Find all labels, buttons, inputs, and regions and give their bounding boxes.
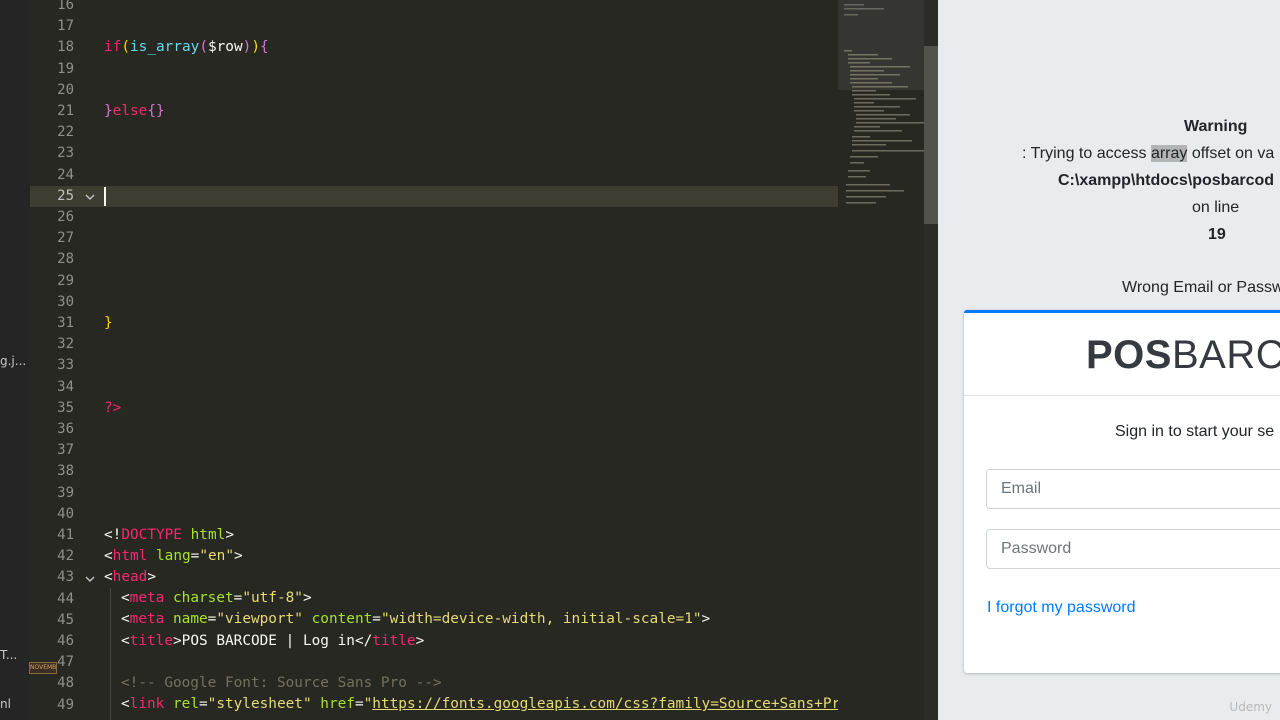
brand-logo-text[interactable]: POSBARCO (1086, 333, 1280, 378)
line-number: 46 (57, 633, 74, 649)
sidebar-fragment[interactable]: g.j... (0, 354, 26, 368)
text-caret (104, 187, 106, 206)
line-number: 34 (57, 378, 74, 395)
line-number: 22 (57, 124, 74, 141)
explorer-sidebar-strip: g.j... T... nl (0, 0, 30, 720)
fold-chevron-icon[interactable] (84, 191, 96, 203)
editor-minimap[interactable] (838, 0, 938, 720)
code-line-49: <link rel="stylesheet" href="https://fon… (121, 696, 838, 712)
code-line-35: ?> (104, 400, 122, 416)
line-number: 26 (57, 209, 74, 225)
line-number: 37 (57, 442, 74, 459)
line-number: 44 (57, 590, 74, 607)
warning-path: C:\xampp\htdocs\posbarcod (1058, 172, 1275, 189)
line-number: 41 (57, 527, 74, 543)
warning-message: : Trying to access array offset on va (1022, 145, 1275, 162)
line-number: 42 (57, 548, 74, 565)
sidebar-fragment[interactable]: nl (0, 697, 11, 711)
code-line-21: }else{} (104, 103, 165, 119)
code-line-45: <meta name="viewport" content="width=dev… (121, 611, 711, 627)
line-number: 45 (57, 611, 74, 628)
line-number: 23 (57, 145, 74, 162)
line-number: 27 (57, 230, 74, 247)
line-number: 35 (57, 399, 74, 416)
code-line-44: <meta charset="utf-8"> (121, 590, 312, 606)
line-number: 33 (57, 357, 74, 374)
line-number: 43 (57, 569, 74, 586)
warning-on-line: on line (1192, 199, 1240, 216)
line-number: 39 (57, 484, 74, 501)
minimap-preview (844, 4, 926, 204)
code-editor[interactable]: 16 17 18 19 20 21 22 23 24 25 26 27 28 29 30 31 32 33 34 35… (30, 0, 838, 720)
line-number: 32 (57, 336, 74, 353)
line-number: 29 (57, 272, 74, 289)
browser-preview: Warning : Trying to access array offset … (938, 0, 1280, 720)
code-line-46: <title>POS BARCODE | Log in</title> (121, 633, 425, 649)
error-message: Wrong Email or Passw (1122, 279, 1280, 296)
fold-chevron-icon[interactable] (84, 573, 96, 585)
login-box-msg: Sign in to start your se (1115, 423, 1275, 440)
warning-title: Warning (1184, 118, 1248, 135)
forgot-password-link[interactable]: I forgot my password (987, 599, 1136, 617)
line-number: 24 (57, 166, 74, 183)
line-number: 21 (57, 103, 74, 119)
line-number: 28 (57, 251, 74, 268)
line-number: 38 (57, 463, 74, 480)
code-line-48: <!-- Google Font: Source Sans Pro --> (121, 675, 442, 691)
line-number: 19 (57, 60, 74, 77)
code-line-31: } (104, 315, 113, 331)
line-number: 17 (57, 18, 74, 35)
scrollbar-thumb[interactable] (924, 46, 938, 224)
line-number-gutter: 16 17 18 19 20 21 22 23 24 25 26 27 28 29 30 31 32 33 34 35… (30, 0, 100, 720)
code-line-43: <head> (104, 569, 156, 585)
code-line-42: <html lang="en"> (104, 548, 243, 564)
code-line-18: if(is_array($row)){ (104, 39, 269, 55)
email-input[interactable] (986, 469, 1280, 509)
current-line-highlight (30, 186, 838, 207)
warning-line-number: 19 (1208, 226, 1226, 243)
line-number: 20 (57, 81, 74, 98)
line-number: 40 (57, 505, 74, 522)
line-number: 25 (57, 187, 74, 204)
password-input[interactable] (986, 529, 1280, 569)
line-number: 36 (57, 421, 74, 437)
indent-guide (110, 588, 111, 720)
line-number: 30 (57, 293, 74, 310)
line-number: 18 (57, 39, 74, 56)
login-card: POSBARCO Sign in to start your se I forg… (964, 310, 1280, 673)
sidebar-fragment[interactable]: T... (0, 648, 17, 662)
line-number: 48 (57, 675, 74, 692)
thumbnail-badge: NOVEMBER (29, 662, 57, 674)
watermark: Udemy (1229, 700, 1272, 714)
code-line-41: <!DOCTYPE html> (104, 527, 234, 543)
login-brand-header: POSBARCO (964, 313, 1280, 396)
line-number: 31 (57, 315, 74, 331)
line-number: 49 (57, 696, 74, 713)
line-number: 16 (57, 0, 74, 13)
